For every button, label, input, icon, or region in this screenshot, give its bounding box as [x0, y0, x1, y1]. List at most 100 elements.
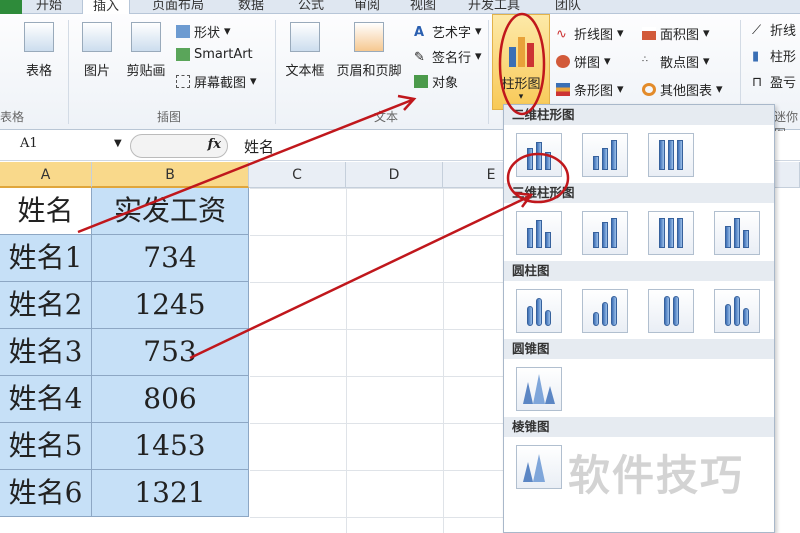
- smartart-icon: [176, 48, 190, 61]
- sparkline-winloss-button[interactable]: ⊓ 盈亏: [752, 72, 796, 91]
- bar-chart-icon: [556, 83, 570, 96]
- 3d-stacked-column-option[interactable]: [582, 211, 628, 255]
- other-charts-label: 其他图表: [660, 84, 713, 99]
- divider: [68, 20, 69, 124]
- section-2d-column: 二维柱形图: [504, 105, 774, 125]
- name-cell[interactable]: 姓名4: [0, 376, 92, 423]
- line-chart-button[interactable]: ∿ 折线图 ▾: [556, 24, 624, 43]
- name-cell[interactable]: 姓名6: [0, 470, 92, 517]
- screenshot-icon: [176, 75, 190, 88]
- wordart-button[interactable]: A 艺术字 ▾: [414, 22, 482, 41]
- formula-input[interactable]: 姓名: [244, 136, 274, 157]
- table-label: 表格: [25, 64, 52, 79]
- cell-b1[interactable]: 实发工资: [92, 188, 249, 235]
- sparkline-column-icon: ▮: [752, 49, 760, 64]
- 100-stacked-cylinder-option[interactable]: [648, 289, 694, 333]
- wordart-label: 艺术字: [432, 26, 472, 41]
- salary-cell[interactable]: 1245: [92, 282, 249, 329]
- column-chart-button[interactable]: 柱形图 ▾: [492, 14, 550, 110]
- signature-label: 签名行: [432, 51, 472, 66]
- column-header-d[interactable]: D: [346, 162, 443, 188]
- table-button[interactable]: 表格: [22, 22, 56, 79]
- area-chart-button[interactable]: 面积图 ▾: [642, 24, 710, 43]
- tab-insert[interactable]: 插入: [82, 0, 131, 14]
- bar-chart-button[interactable]: 条形图 ▾: [556, 80, 624, 99]
- signature-button[interactable]: ✎ 签名行 ▾: [414, 47, 482, 66]
- empty-cells[interactable]: [250, 188, 505, 533]
- textbox-icon: [290, 22, 320, 52]
- screenshot-label: 屏幕截图: [194, 76, 247, 91]
- object-label: 对象: [432, 76, 459, 91]
- clustered-column-option[interactable]: [516, 133, 562, 177]
- clustered-cone-option[interactable]: [516, 367, 562, 411]
- salary-cell[interactable]: 806: [92, 376, 249, 423]
- group-label-tables: 表格: [0, 110, 25, 124]
- 3d-100-stacked-column-option[interactable]: [648, 211, 694, 255]
- shapes-label: 形状: [194, 26, 221, 41]
- name-box-dropdown-icon[interactable]: ▼: [114, 138, 122, 149]
- shapes-icon: [176, 25, 190, 38]
- tab-formulas[interactable]: 公式: [298, 0, 324, 13]
- header-footer-label: 页眉和页脚: [336, 64, 402, 79]
- clipart-label: 剪贴画: [126, 64, 166, 79]
- stacked-cylinder-option[interactable]: [582, 289, 628, 333]
- smartart-button[interactable]: SmartArt: [176, 47, 253, 62]
- 100-stacked-column-option[interactable]: [648, 133, 694, 177]
- pie-chart-button[interactable]: 饼图 ▾: [556, 52, 611, 71]
- tab-review[interactable]: 审阅: [354, 0, 380, 13]
- salary-cell[interactable]: 753: [92, 329, 249, 376]
- name-cell[interactable]: 姓名1: [0, 235, 92, 282]
- signature-icon: ✎: [414, 50, 425, 65]
- stacked-column-option[interactable]: [582, 133, 628, 177]
- tab-team[interactable]: 团队: [555, 0, 581, 13]
- column-header-b[interactable]: B: [92, 162, 249, 188]
- picture-button[interactable]: 图片: [80, 22, 114, 79]
- name-cell[interactable]: 姓名3: [0, 329, 92, 376]
- 3d-cylinder-option[interactable]: [714, 289, 760, 333]
- 3d-clustered-column-option[interactable]: [516, 211, 562, 255]
- other-charts-button[interactable]: 其他图表 ▾: [642, 80, 723, 99]
- tab-page-layout[interactable]: 页面布局: [152, 0, 204, 13]
- sparkline-column-button[interactable]: ▮ 柱形: [752, 46, 796, 65]
- sparkline-line-icon: ⟋: [752, 23, 762, 38]
- header-footer-button[interactable]: 页眉和页脚: [332, 22, 406, 79]
- clustered-cylinder-option[interactable]: [516, 289, 562, 333]
- section-pyramid: 棱锥图: [504, 417, 774, 437]
- scatter-chart-button[interactable]: ∴ 散点图 ▾: [642, 52, 710, 71]
- fx-button[interactable]: fx: [208, 137, 221, 152]
- tab-developer[interactable]: 开发工具: [468, 0, 520, 13]
- tab-home[interactable]: 开始: [36, 0, 62, 13]
- textbox-label: 文本框: [285, 64, 325, 79]
- pyramid-icon: [523, 454, 545, 482]
- tab-view[interactable]: 视图: [410, 0, 436, 13]
- group-label-illustrations: 插图: [157, 110, 182, 124]
- tab-file[interactable]: [0, 0, 22, 14]
- area-chart-label: 面积图: [660, 28, 700, 43]
- clipart-button[interactable]: 剪贴画: [122, 22, 170, 79]
- salary-cell[interactable]: 734: [92, 235, 249, 282]
- salary-cell[interactable]: 1453: [92, 423, 249, 470]
- section-cone: 圆锥图: [504, 339, 774, 359]
- section-cylinder: 圆柱图: [504, 261, 774, 281]
- textbox-button[interactable]: 文本框: [282, 22, 328, 79]
- column-header-c[interactable]: C: [249, 162, 346, 188]
- section-3d-column: 三维柱形图: [504, 183, 774, 203]
- pie-chart-icon: [556, 55, 570, 68]
- 3d-column-option[interactable]: [714, 211, 760, 255]
- name-cell[interactable]: 姓名5: [0, 423, 92, 470]
- sparkline-line-label: 折线: [770, 24, 797, 39]
- clustered-pyramid-option[interactable]: [516, 445, 562, 489]
- screenshot-button[interactable]: 屏幕截图 ▾: [176, 72, 257, 91]
- object-button[interactable]: 对象: [414, 72, 458, 91]
- chevron-down-icon: ▾: [518, 92, 524, 102]
- name-cell[interactable]: 姓名2: [0, 282, 92, 329]
- donut-chart-icon: [642, 83, 656, 96]
- sparkline-line-button[interactable]: ⟋ 折线: [752, 20, 796, 39]
- salary-cell[interactable]: 1321: [92, 470, 249, 517]
- cell-a1[interactable]: 姓名: [0, 188, 92, 235]
- column-header-a[interactable]: A: [0, 162, 92, 188]
- shapes-button[interactable]: 形状 ▾: [176, 22, 231, 41]
- tab-data[interactable]: 数据: [238, 0, 264, 13]
- name-box[interactable]: A1: [0, 136, 128, 156]
- wordart-icon: A: [414, 25, 425, 40]
